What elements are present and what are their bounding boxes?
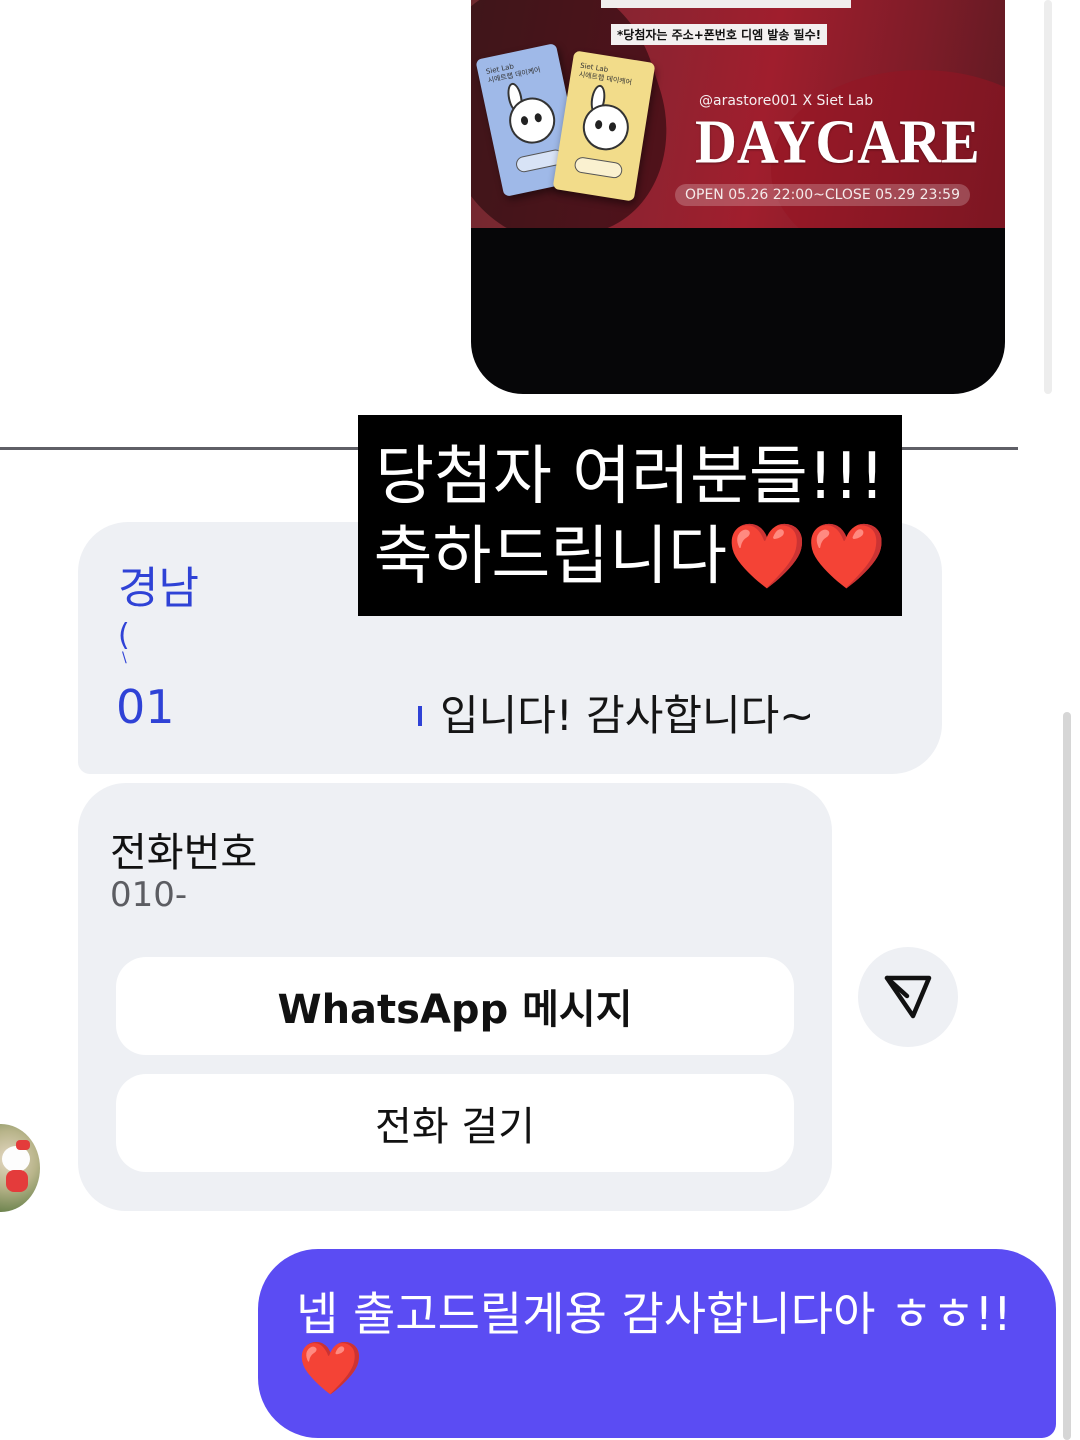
heart-emoji-icon: ❤️ (298, 1339, 363, 1399)
caption-congrats: 축하드립니다 (373, 520, 727, 594)
caption-line-2: 축하드립니다❤️❤️ (358, 517, 902, 597)
message-text: 입니다! 감사합니다~ (440, 691, 815, 740)
sender-avatar[interactable] (0, 1124, 40, 1212)
heart-emoji-icon: ❤️❤️ (726, 520, 887, 594)
avatar-bow (16, 1140, 30, 1150)
message-region-link[interactable]: 경남 (118, 552, 199, 616)
caption-line-1: 당첨자 여러분들!!! (375, 440, 885, 514)
sent-message-text: 넵 출고드릴게용 감사합니다아 ㅎㅎ!! (296, 1287, 1012, 1341)
pack-label: Siet Lab 시에트랩 데이케어 (485, 62, 542, 85)
winner-notice: *당첨자는 주소+폰번호 디엠 발송 필수! (611, 24, 828, 45)
contact-label: 전화번호 (110, 830, 258, 876)
contact-phone-value: 010- (110, 875, 188, 915)
promo-schedule: OPEN 05.26 22:00~CLOSE 05.29 23:59 (675, 184, 970, 206)
message-fragment: ( (118, 618, 130, 653)
promo-banner: *당첨자는 주소+폰번호 디엠 발송 필수! Siet Lab 시에트랩 데이케… (471, 0, 1005, 228)
avatar-body (6, 1170, 28, 1192)
paper-plane-icon (884, 975, 932, 1019)
call-button[interactable]: 전화 걸기 (116, 1074, 794, 1172)
scrollbar-thumb[interactable] (1063, 712, 1071, 1440)
shared-image-message[interactable]: *당첨자는 주소+폰번호 디엠 발송 필수! Siet Lab 시에트랩 데이케… (471, 0, 1005, 394)
message-fragment: \ (122, 650, 127, 666)
pack-pill (573, 155, 624, 180)
overlay-caption: 당첨자 여러분들!!! 축하드립니다❤️❤️ (358, 415, 902, 616)
message-fragment-mark (418, 706, 422, 726)
message-phone-link[interactable]: 01 (116, 680, 175, 734)
whatsapp-message-button[interactable]: WhatsApp 메시지 (116, 957, 794, 1055)
promo-title: DAYCARE (695, 106, 980, 177)
pack-label: Siet Lab 시에트랩 데이케어 (578, 61, 633, 87)
scrollbar-track[interactable] (1044, 0, 1052, 394)
bunny-face (579, 100, 633, 154)
share-button[interactable] (858, 947, 958, 1047)
banner-strip (601, 0, 851, 8)
